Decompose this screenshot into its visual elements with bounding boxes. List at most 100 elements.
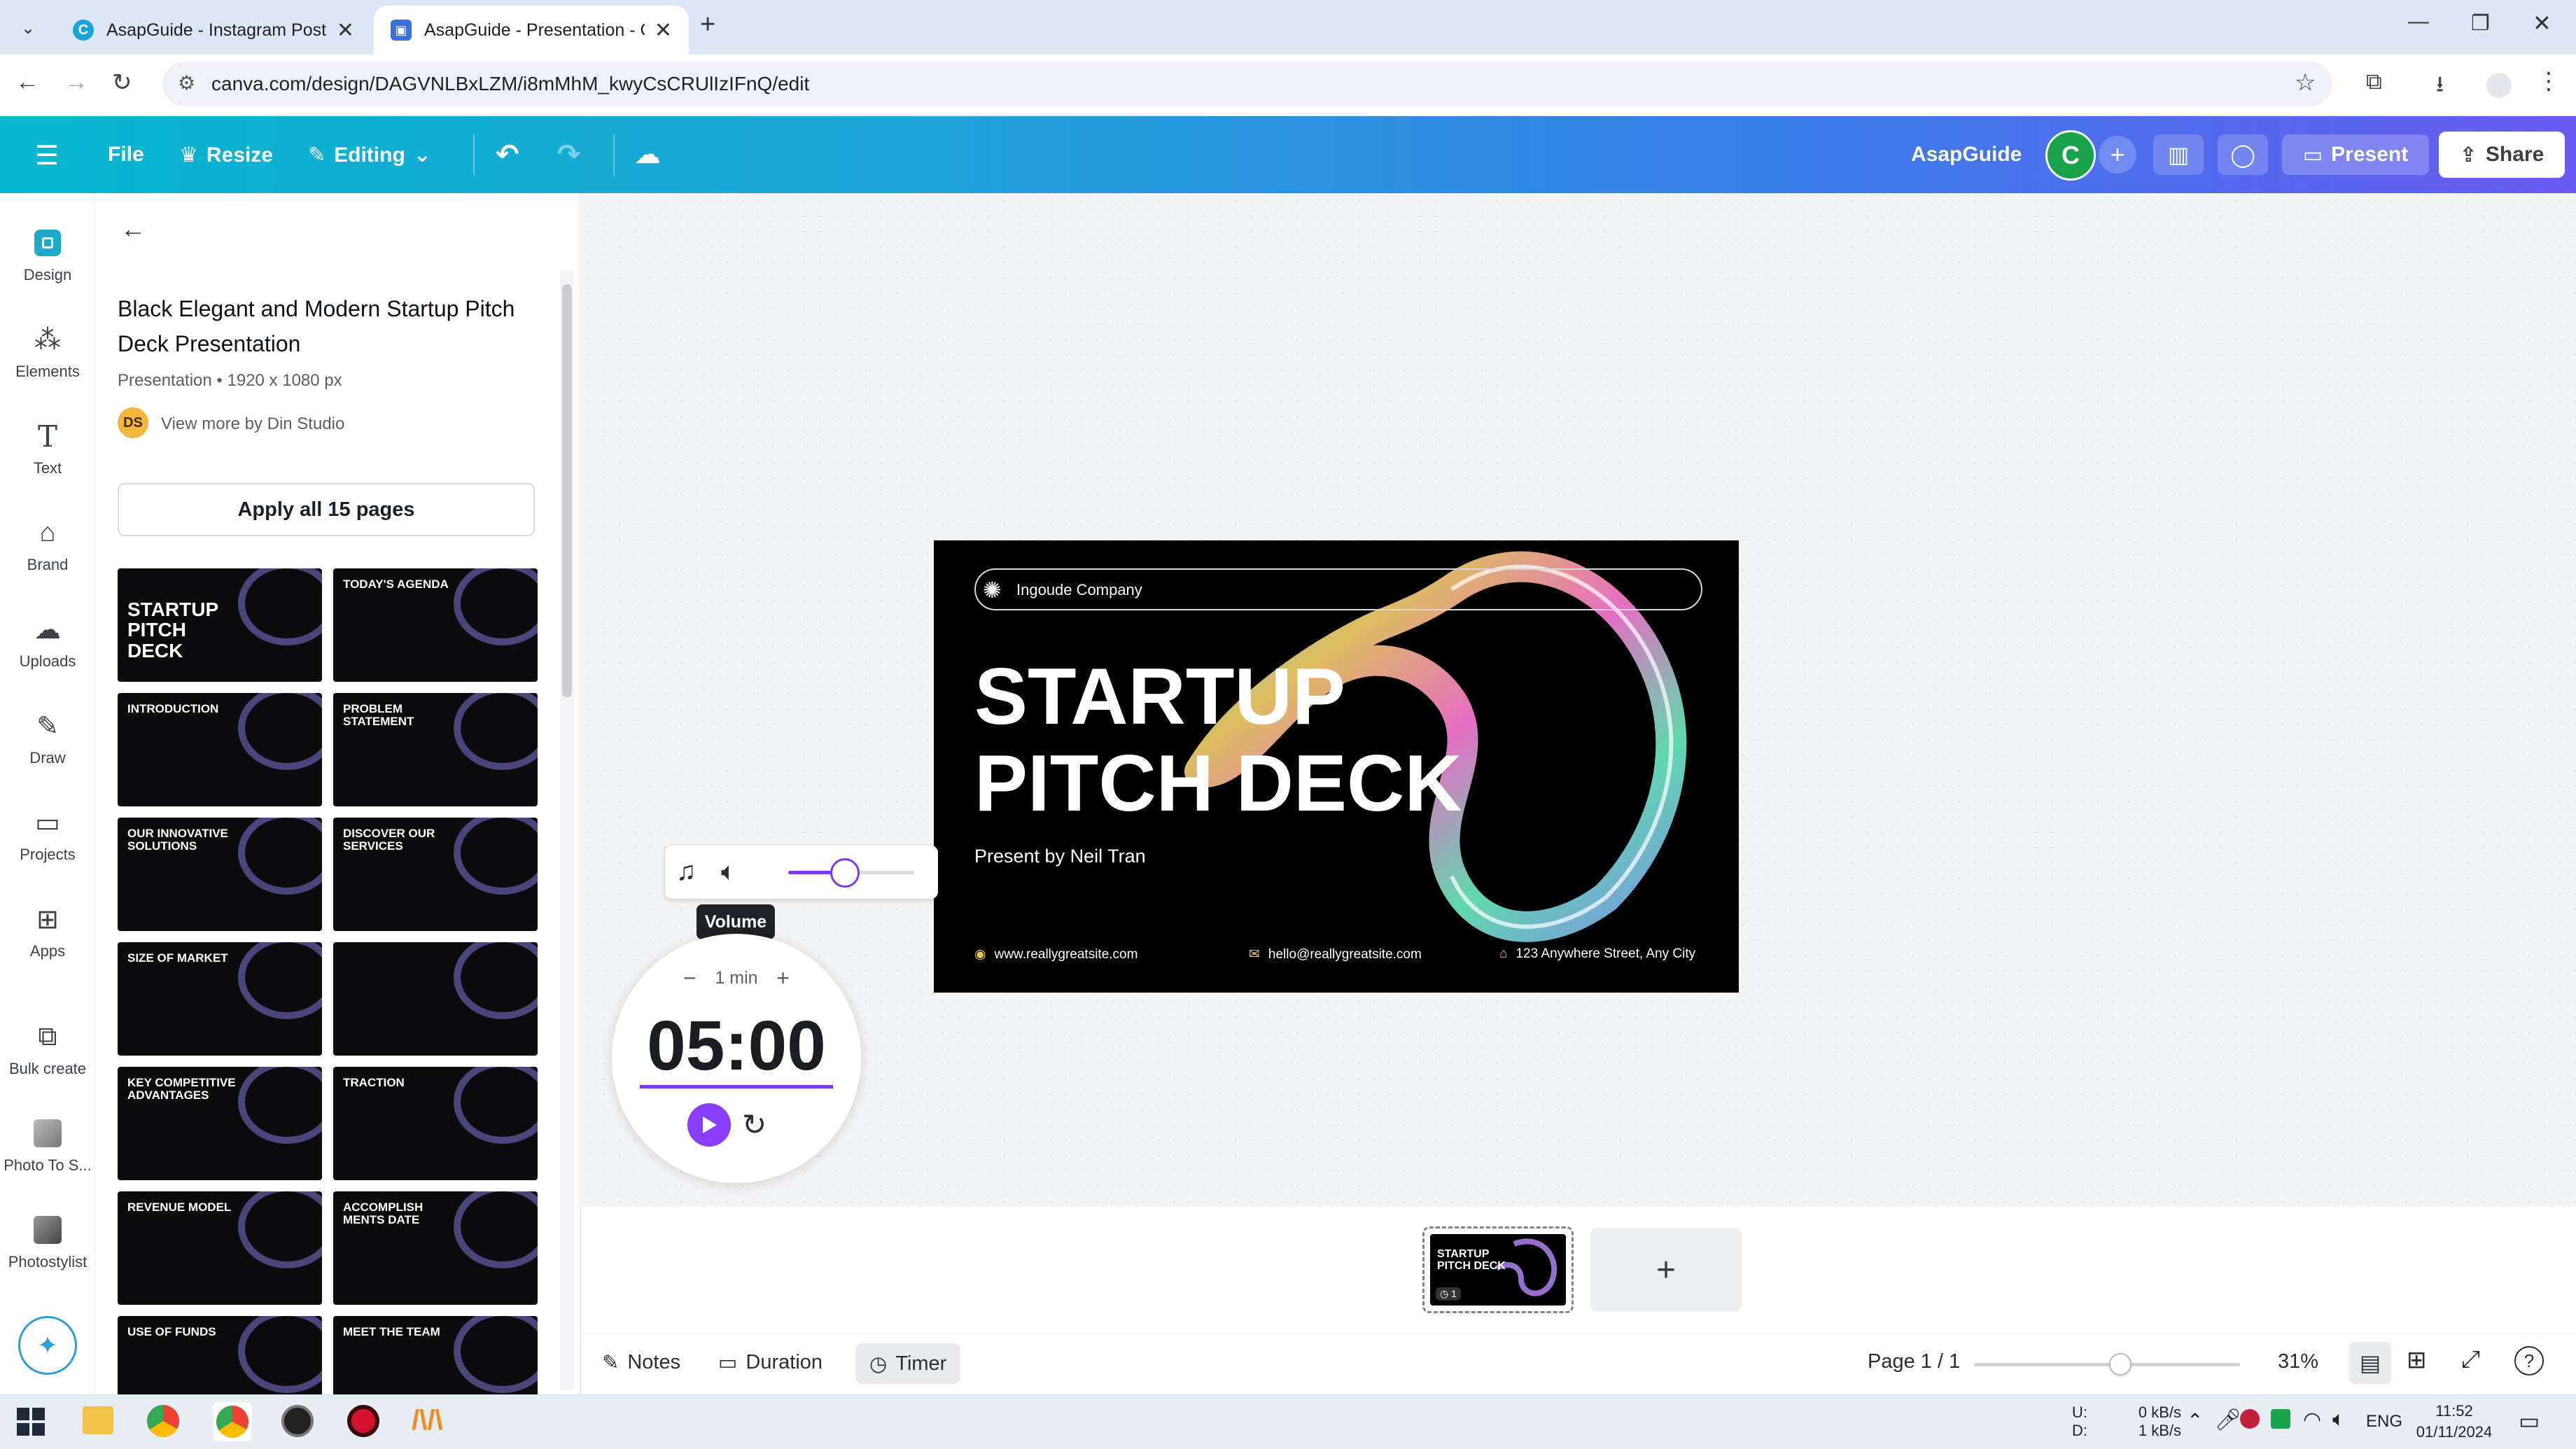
music-note-icon[interactable]: ♫ [676,857,696,887]
back-icon[interactable]: ← [15,69,39,96]
browser-menu-icon[interactable]: ⋮ [2537,67,2561,95]
scrollbar-thumb[interactable] [562,284,572,697]
app-stripes-icon[interactable]: /\/\ [412,1405,442,1436]
fullscreen-icon[interactable]: ⤢ [2461,1346,2480,1373]
resize-button[interactable]: ♛ Resize [179,143,273,167]
zoom-slider-knob[interactable] [2109,1353,2132,1376]
rail-item-design[interactable]: Design [0,207,95,304]
reload-icon[interactable]: ↻ [112,69,132,97]
undo-icon[interactable]: ↶ [496,139,519,171]
rail-item-brand[interactable]: ⌂ Brand [0,497,95,594]
insights-chart-icon[interactable]: ▥ [2153,134,2204,175]
file-explorer-icon[interactable] [83,1406,113,1434]
browser-tab-presentation[interactable]: ▣ AsapGuide - Presentation - Car ✕ [374,6,689,55]
tab-search-icon[interactable]: ⌄ [14,14,42,42]
bookmark-star-icon[interactable]: ☆ [2295,69,2316,97]
apply-all-pages-button[interactable]: Apply all 15 pages [118,483,535,536]
user-avatar[interactable]: C [2045,130,2096,181]
template-page-thumbnail[interactable]: REVENUE MODEL [118,1191,322,1305]
rail-item-bulk-create[interactable]: ⧉ Bulk create [0,1001,95,1098]
decrease-minute-icon[interactable]: − [683,965,696,991]
extensions-icon[interactable]: ⧉ [2366,69,2382,95]
zoom-slider[interactable] [1974,1353,2240,1376]
address-bar[interactable]: ⚙ canva.com/design/DAGVNLBxLZM/i8mMhM_kw… [162,62,2332,106]
chrome-active-icon[interactable] [213,1402,252,1441]
template-page-thumbnail[interactable]: ACCOMPLISH MENTS DATE [333,1191,538,1305]
magic-assistant-icon[interactable]: ✦ [18,1316,77,1375]
rail-item-projects[interactable]: ▭ Projects [0,787,95,883]
template-page-thumbnail[interactable]: SIZE OF MARKET [118,942,322,1056]
add-page-button[interactable]: + [1590,1228,1742,1312]
timer-display[interactable]: 05:00 [640,1007,833,1088]
timer-play-button[interactable] [687,1103,731,1147]
app-clock-icon[interactable] [281,1405,314,1437]
template-page-thumbnail[interactable] [333,942,538,1056]
invite-plus-icon[interactable]: + [2099,136,2136,174]
duration-button[interactable]: ▭ Duration [718,1350,822,1375]
rail-item-photo-to-sketch[interactable]: Photo To S... [0,1098,95,1194]
restore-window-icon[interactable]: ❐ [2471,11,2490,36]
page-view-icon[interactable]: ▤ [2349,1342,2391,1384]
notes-button[interactable]: ✎ Notes [602,1350,680,1375]
tray-app-icon[interactable] [2271,1409,2290,1429]
profile-avatar[interactable] [2486,73,2512,98]
minimize-window-icon[interactable]: — [2408,10,2429,34]
timer-reset-icon[interactable]: ↻ [742,1107,766,1142]
comments-icon[interactable]: ◯ [2218,134,2268,175]
volume-slider-knob[interactable] [830,858,860,888]
main-menu-icon[interactable]: ☰ [35,140,59,172]
file-menu-button[interactable]: File [108,143,144,167]
rail-item-draw[interactable]: ✎ Draw [0,690,95,787]
close-window-icon[interactable]: ✕ [2533,10,2552,36]
increase-minute-icon[interactable]: + [776,965,790,991]
template-page-thumbnail[interactable]: TRACTION [333,1067,538,1180]
redo-icon[interactable]: ↷ [557,139,581,171]
template-page-thumbnail[interactable]: PROBLEM STATEMENT [333,693,538,806]
back-arrow-icon[interactable]: ← [120,214,146,244]
team-name[interactable]: AsapGuide [1911,143,2022,167]
template-page-thumbnail[interactable]: STARTUP PITCH DECK [118,568,322,682]
speaker-icon[interactable]: 🔈︎ [2332,1408,2345,1432]
editing-mode-button[interactable]: ✎ Editing ⌄ [308,143,431,167]
rail-item-apps[interactable]: ⊞ Apps [0,883,95,980]
cloud-saved-icon[interactable]: ☁ [634,139,661,170]
microphone-icon[interactable]: 🎤︎ [2215,1408,2241,1432]
forward-icon[interactable]: → [64,69,88,96]
template-page-thumbnail[interactable]: KEY COMPETITIVE ADVANTAGES [118,1067,322,1180]
chrome-icon[interactable] [147,1405,179,1437]
rail-item-photostylist[interactable]: Photostylist [0,1194,95,1291]
volume-slider[interactable] [788,858,914,888]
rail-item-elements[interactable]: ⁂ Elements [0,304,95,400]
template-page-thumbnail[interactable]: OUR INNOVATIVE SOLUTIONS [118,818,322,931]
template-page-thumbnail[interactable]: INTRODUCTION [118,693,322,806]
clock[interactable]: 11:52 01/11/2024 [2412,1401,2496,1443]
recorder-icon[interactable] [347,1405,379,1437]
close-tab-icon[interactable]: ✕ [654,18,672,43]
template-page-thumbnail[interactable]: MEET THE TEAM [333,1316,538,1394]
tray-chevron-icon[interactable]: ⌃ [2187,1409,2203,1432]
template-page-thumbnail[interactable]: DISCOVER OUR SERVICES [333,818,538,931]
volume-speaker-icon[interactable]: 🔈︎ [721,857,736,887]
zoom-percentage[interactable]: 31% [2278,1350,2318,1373]
rail-item-uploads[interactable]: ☁ Uploads [0,594,95,690]
author-link[interactable]: View more by Din Studio [161,414,344,434]
slide-canvas[interactable]: ✺ Ingoude Company STARTUP PITCH DECK Pre… [934,540,1739,993]
browser-tab-instagram[interactable]: C AsapGuide - Instagram Post - C ✕ [56,6,371,55]
site-info-icon[interactable]: ⚙ [178,71,195,94]
grid-view-icon[interactable]: ⊞ [2407,1346,2427,1374]
rail-item-text[interactable]: T Text [0,400,95,497]
present-button[interactable]: ▭ Present [2282,134,2429,175]
notifications-icon[interactable]: ▭ [2519,1408,2540,1434]
close-tab-icon[interactable]: ✕ [337,18,354,43]
help-icon[interactable]: ? [2514,1346,2544,1376]
share-button[interactable]: ⇪ Share [2439,132,2565,178]
record-tray-icon[interactable] [2240,1409,2260,1429]
template-page-thumbnail[interactable]: TODAY'S AGENDA [333,568,538,682]
page-thumbnail-1[interactable]: STARTUP PITCH DECK ◷ 1 [1422,1226,1574,1313]
windows-start-icon[interactable] [17,1408,45,1436]
downloads-icon[interactable]: ⭳ [2436,69,2444,106]
panel-scrollbar[interactable] [560,270,574,1390]
new-tab-icon[interactable]: + [700,10,715,40]
language-indicator[interactable]: ENG [2366,1412,2402,1432]
timer-button[interactable]: ◷ Timer [855,1343,961,1384]
